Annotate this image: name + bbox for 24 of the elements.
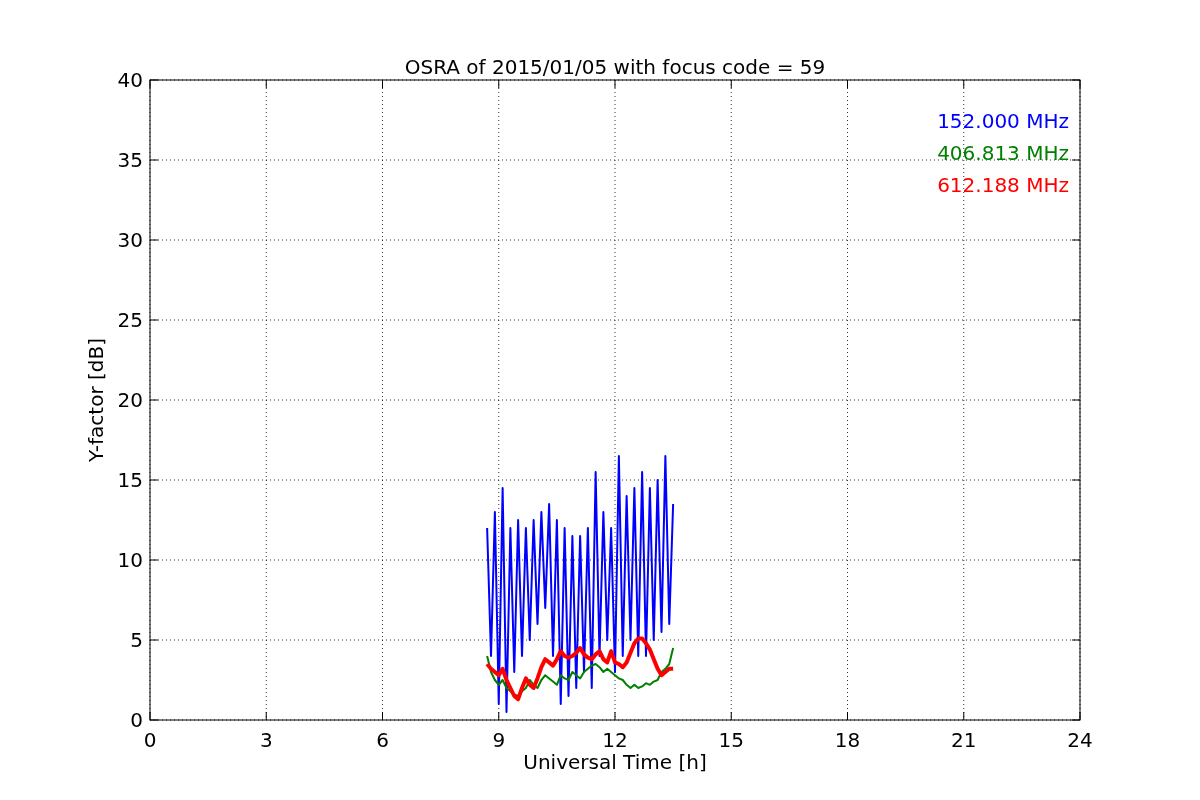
x-tick-label: 15	[718, 728, 744, 752]
legend-label: 406.813 MHz	[937, 141, 1069, 165]
y-tick-label: 15	[117, 468, 143, 492]
x-axis-label: Universal Time [h]	[523, 750, 707, 774]
legend-label: 612.188 MHz	[937, 173, 1069, 197]
y-tick-label: 20	[117, 388, 143, 412]
y-tick-label: 0	[130, 708, 143, 732]
x-tick-label: 12	[602, 728, 628, 752]
x-tick-label: 24	[1067, 728, 1093, 752]
legend-label: 152.000 MHz	[937, 109, 1069, 133]
y-tick-label: 10	[117, 548, 143, 572]
y-axis-label: Y-factor [dB]	[84, 338, 108, 462]
y-tick-label: 35	[117, 148, 143, 172]
x-tick-label: 0	[143, 728, 157, 752]
y-tick-label: 30	[117, 228, 143, 252]
y-tick-label: 40	[117, 68, 143, 92]
y-tick-label: 25	[117, 308, 143, 332]
x-tick-label: 3	[259, 728, 273, 752]
y-tick-label: 5	[130, 628, 143, 652]
x-tick-label: 21	[951, 728, 977, 752]
x-tick-label: 9	[492, 728, 506, 752]
chart-title: OSRA of 2015/01/05 with focus code = 59	[404, 55, 826, 79]
x-tick-label: 18	[834, 728, 861, 752]
x-tick-label: 6	[376, 728, 389, 752]
